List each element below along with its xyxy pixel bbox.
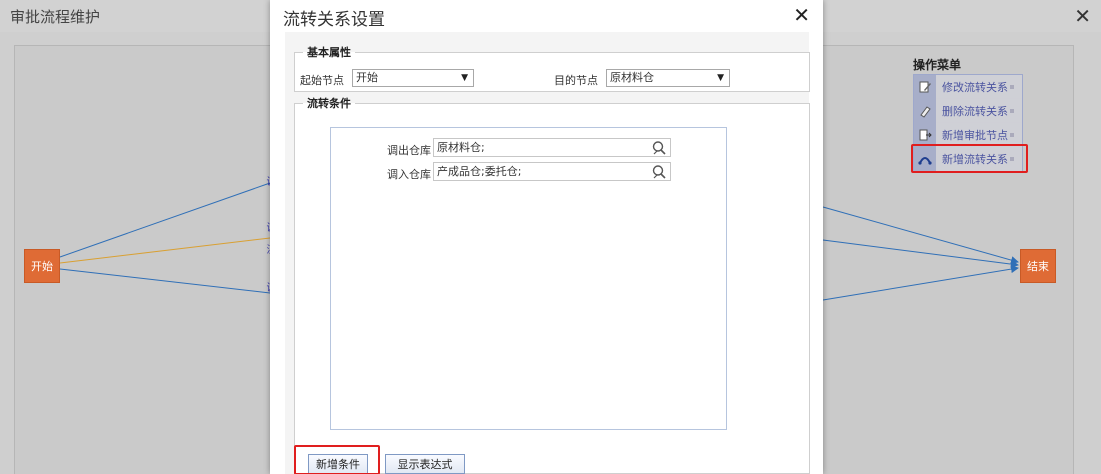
target-warehouse-value: 产成品仓;委托仓; (437, 165, 522, 178)
start-node[interactable]: 开始 (24, 249, 60, 283)
menu-item-label: 新增审批节点 (942, 128, 1008, 142)
edit-icon (914, 74, 936, 99)
search-icon[interactable] (651, 140, 667, 156)
flow-edge[interactable] (59, 237, 271, 264)
condition-label: 调出仓库 (387, 144, 431, 157)
operation-menu-title: 操作菜单 (913, 58, 962, 72)
start-node-label: 起始节点 (300, 74, 344, 87)
menu-item-label: 删除流转关系 (942, 104, 1008, 118)
flow-conditions-legend: 流转条件 (307, 97, 351, 110)
chevron-down-icon: ▼ (717, 73, 724, 83)
end-node[interactable]: 结束 (1020, 249, 1056, 283)
start-node-value: 开始 (356, 71, 378, 84)
basic-properties-group: 基本属性 起始节点 开始 ▼ 目的节点 原材料仓 ▼ (294, 44, 810, 92)
menu-item-edit-relation[interactable]: 修改流转关系 (914, 74, 1022, 99)
start-node-select[interactable]: 开始 ▼ (352, 69, 474, 87)
add-node-icon (914, 122, 936, 147)
add-relation-highlight (911, 144, 1028, 173)
source-warehouse-value: 原材料仓; (437, 141, 485, 154)
source-warehouse-input[interactable]: 原材料仓; (433, 138, 671, 157)
flow-edge[interactable] (822, 239, 1019, 269)
flow-conditions-group: 流转条件 调出仓库 原材料仓; 调入仓库 产成品仓;委托仓; (294, 95, 810, 474)
flow-edge[interactable] (822, 206, 1019, 264)
conditions-panel: 调出仓库 原材料仓; 调入仓库 产成品仓;委托仓; (330, 127, 727, 430)
chevron-down-icon: ▼ (461, 73, 468, 83)
target-node-value: 原材料仓 (610, 71, 654, 84)
dialog-body: 基本属性 起始节点 开始 ▼ 目的节点 原材料仓 ▼ 流转条件 调出仓库 原材料… (285, 32, 810, 474)
condition-label: 调入仓库 (387, 168, 431, 181)
flow-edge[interactable] (59, 268, 271, 294)
search-icon[interactable] (651, 164, 667, 180)
target-warehouse-input[interactable]: 产成品仓;委托仓; (433, 162, 671, 181)
show-expression-button[interactable]: 显示表达式 (385, 454, 465, 474)
menu-item-delete-relation[interactable]: 删除流转关系 (914, 98, 1022, 123)
dialog-title: 流转关系设置 (283, 10, 385, 30)
flow-edge[interactable] (822, 265, 1019, 301)
target-node-label: 目的节点 (554, 74, 598, 87)
add-condition-highlight (294, 445, 380, 474)
eraser-icon (914, 98, 936, 123)
menu-item-label: 修改流转关系 (942, 80, 1008, 94)
basic-properties-legend: 基本属性 (307, 46, 351, 59)
flow-edge[interactable] (59, 182, 271, 258)
close-icon[interactable]: ✕ (793, 3, 810, 27)
flow-relation-dialog: 流转关系设置 ✕ 基本属性 起始节点 开始 ▼ 目的节点 原材料仓 ▼ 流转条件… (270, 0, 823, 474)
target-node-select[interactable]: 原材料仓 ▼ (606, 69, 730, 87)
